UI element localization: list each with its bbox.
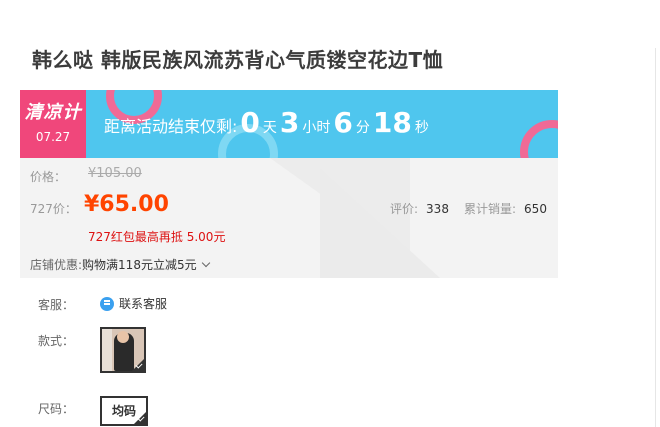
- countdown-minutes: 6: [333, 106, 353, 139]
- contact-service-link[interactable]: 联系客服: [100, 295, 167, 312]
- countdown-hours-unit: 小时: [302, 120, 331, 136]
- divider: [655, 48, 656, 427]
- sales-count: 650: [524, 202, 547, 216]
- countdown-days-unit: 天: [262, 120, 277, 136]
- countdown-hours: 3: [279, 106, 300, 139]
- decor-ring-icon: [520, 120, 558, 158]
- contact-service-text: 联系客服: [119, 297, 168, 311]
- product-title: 韩么哒 韩版民族风流苏背心气质镂空花边T恤: [32, 48, 444, 72]
- shop-promo[interactable]: 店铺优惠:购物满118元立减5元: [30, 256, 210, 273]
- event-badge-title: 清凉计: [24, 102, 82, 123]
- style-option-swatch[interactable]: [100, 327, 146, 373]
- size-option-text: 均码: [111, 404, 136, 418]
- countdown-seconds: 18: [372, 106, 412, 139]
- sale-price-label: 727价：: [30, 202, 77, 216]
- countdown-minutes-unit: 分: [355, 120, 370, 136]
- shop-promo-value: 购物满118元立减5元: [82, 258, 197, 272]
- chevron-down-icon[interactable]: [201, 258, 210, 268]
- selected-check-icon: [134, 412, 146, 424]
- original-price: ¥105.00: [88, 166, 142, 181]
- swatch-background: [102, 329, 112, 371]
- chat-bubble-icon: [100, 296, 114, 311]
- event-badge: 清凉计 07.27: [20, 90, 86, 158]
- countdown-seconds-unit: 秒: [414, 120, 429, 136]
- selected-check-icon: [132, 359, 144, 371]
- sales-stat: 累计销量: 650: [464, 200, 547, 217]
- price-label: 价格：: [30, 170, 67, 184]
- countdown: 距离活动结束仅剩: 0 天 3 小时 6 分 18 秒: [104, 106, 429, 139]
- countdown-prefix: 距离活动结束仅剩:: [104, 117, 238, 136]
- promo-banner: 清凉计 07.27 距离活动结束仅剩: 0 天 3 小时 6 分 18 秒: [20, 90, 558, 158]
- size-label: 尺码：: [38, 402, 75, 416]
- rating-stat[interactable]: 评价: 338: [390, 200, 449, 217]
- price-panel: 价格： ¥105.00 727价： ¥65.00 评价: 338 累计销量: 650…: [20, 158, 558, 278]
- swatch-model-head: [117, 331, 129, 343]
- service-label: 客服：: [38, 298, 75, 312]
- decor-shape: [320, 168, 440, 278]
- red-packet-note: 727红包最高再抵 5.00元: [88, 230, 226, 244]
- rating-count: 338: [426, 202, 449, 216]
- style-label: 款式：: [38, 334, 75, 348]
- sales-label: 累计销量:: [464, 202, 517, 216]
- event-badge-date: 07.27: [35, 130, 71, 144]
- sale-price: ¥65.00: [84, 192, 169, 217]
- shop-promo-label: 店铺优惠:: [30, 258, 83, 272]
- size-option-button[interactable]: 均码: [100, 396, 148, 426]
- rating-label: 评价:: [390, 202, 419, 216]
- countdown-days: 0: [240, 106, 260, 139]
